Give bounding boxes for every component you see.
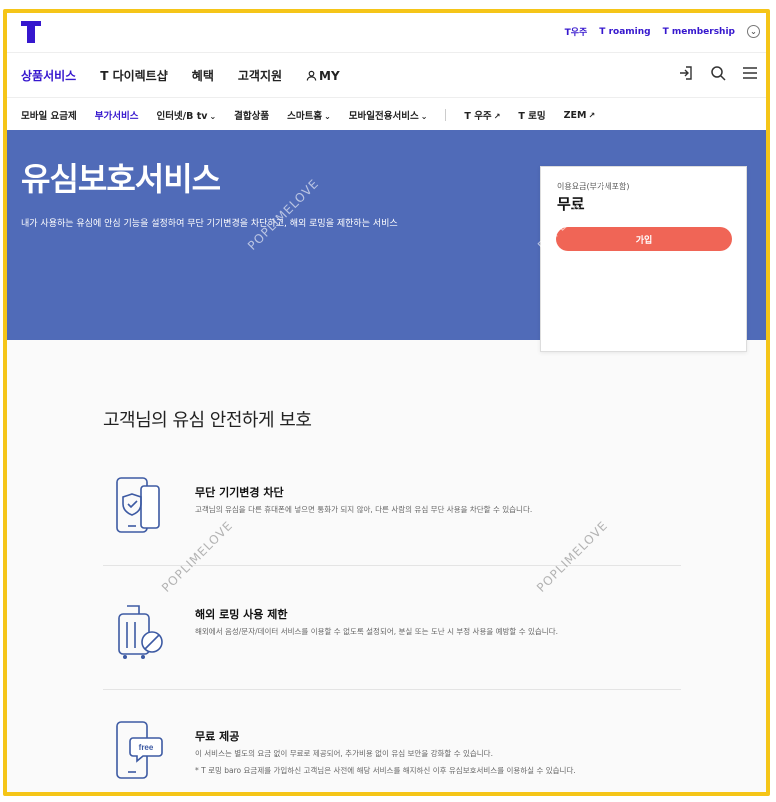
search-icon[interactable] <box>710 65 726 81</box>
phone-shield-icon <box>116 477 160 533</box>
subnav-item-internet-btv-label: 인터넷/B tv <box>156 111 208 122</box>
user-icon <box>306 70 317 81</box>
feature-note: * T 로밍 baro 요금제를 가입하신 고객님은 사전에 해당 서비스를 해… <box>195 766 576 775</box>
join-button[interactable]: 가입 <box>556 227 732 251</box>
gnb-item-products[interactable]: 상품서비스 <box>21 67 76 84</box>
content-area: 고객님의 유심 안전하게 보호 무단 기기변경 차단 고객님의 유심을 다른 휴… <box>7 340 766 792</box>
subnav-link-zem-label: ZEM <box>563 109 587 121</box>
feature-description: 해외에서 음성/문자/데이터 서비스를 이용할 수 없도록 설정되어, 분실 또… <box>195 627 558 636</box>
gnb-item-support[interactable]: 고객지원 <box>238 67 282 84</box>
login-icon[interactable] <box>678 65 694 81</box>
gnb-item-direct-shop[interactable]: T 다이렉트샵 <box>100 67 168 84</box>
gnb-item-my-label: MY <box>319 68 340 83</box>
sub-nav: 모바일 요금제 부가서비스 인터넷/B tv ⌄ 결합상품 스마트홈 ⌄ 모바일전용… <box>7 98 766 131</box>
subnav-link-t-universe-label: T 우주 <box>464 111 492 122</box>
subnav-link-zem[interactable]: ZEM ↗ <box>564 110 596 121</box>
menu-icon[interactable] <box>742 65 758 81</box>
subnav-item-mobile-only[interactable]: 모바일전용서비스 ⌄ <box>349 108 428 122</box>
feature-title: 무단 기기변경 차단 <box>195 486 284 499</box>
subnav-item-smarthome[interactable]: 스마트홈 ⌄ <box>287 108 331 122</box>
luggage-blocked-icon <box>118 605 163 659</box>
screenshot-frame: T우주 T roaming T membership ⌄ 상품서비스 T 다이렉… <box>3 9 770 796</box>
feature-description: 고객님의 유심을 다른 휴대폰에 넣으면 통화가 되지 않아, 다른 사람의 유… <box>195 505 533 514</box>
external-link-icon: ↗ <box>588 110 596 120</box>
feature-description: 이 서비스는 별도의 요금 없이 무료로 제공되어, 추가비용 없이 유심 보안… <box>195 749 493 758</box>
chevron-down-icon: ⌄ <box>209 112 217 121</box>
page-description: 내가 사용하는 유심에 안심 기능을 설정하여 무단 기기변경을 차단하고, 해… <box>21 219 398 229</box>
subnav-item-mobile-plans[interactable]: 모바일 요금제 <box>21 108 77 122</box>
subnav-link-t-roaming[interactable]: T 로밍 <box>518 108 545 122</box>
chevron-down-icon: ⌄ <box>324 112 331 121</box>
subnav-item-addons[interactable]: 부가서비스 <box>95 108 139 122</box>
util-link-t-universe[interactable]: T우주 <box>565 25 588 38</box>
subnav-item-smarthome-label: 스마트홈 <box>287 111 323 122</box>
gnb-item-benefits[interactable]: 혜택 <box>192 67 214 84</box>
page-title: 유심보호서비스 <box>21 160 221 198</box>
global-nav: 상품서비스 T 다이렉트샵 혜택 고객지원 MY <box>7 53 766 98</box>
subnav-link-t-universe[interactable]: T 우주 ↗ <box>464 108 500 122</box>
subnav-item-internet-btv[interactable]: 인터넷/B tv ⌄ <box>156 108 216 122</box>
feature-title: 무료 제공 <box>195 730 240 743</box>
chevron-down-icon: ⌄ <box>420 112 428 121</box>
section-title: 고객님의 유심 안전하게 보호 <box>103 410 312 431</box>
external-link-icon: ↗ <box>493 112 501 121</box>
gnb-item-my[interactable]: MY <box>306 67 340 84</box>
divider <box>445 109 447 121</box>
utility-bar: T우주 T roaming T membership ⌄ <box>7 13 766 53</box>
util-link-t-membership[interactable]: T membership <box>663 27 735 37</box>
util-link-t-roaming[interactable]: T roaming <box>599 27 650 37</box>
phone-free-icon: free <box>116 721 163 779</box>
subnav-item-bundles[interactable]: 결합상품 <box>234 108 269 122</box>
free-badge-text: free <box>139 743 154 752</box>
chevron-down-icon[interactable]: ⌄ <box>747 25 760 38</box>
price-card: 이용요금(부가세포함) 무료 가입 <box>540 166 747 352</box>
divider <box>103 689 681 690</box>
feature-title: 해외 로밍 사용 제한 <box>195 608 288 621</box>
t-logo[interactable] <box>21 21 41 43</box>
subnav-item-mobile-only-label: 모바일전용서비스 <box>348 111 419 122</box>
